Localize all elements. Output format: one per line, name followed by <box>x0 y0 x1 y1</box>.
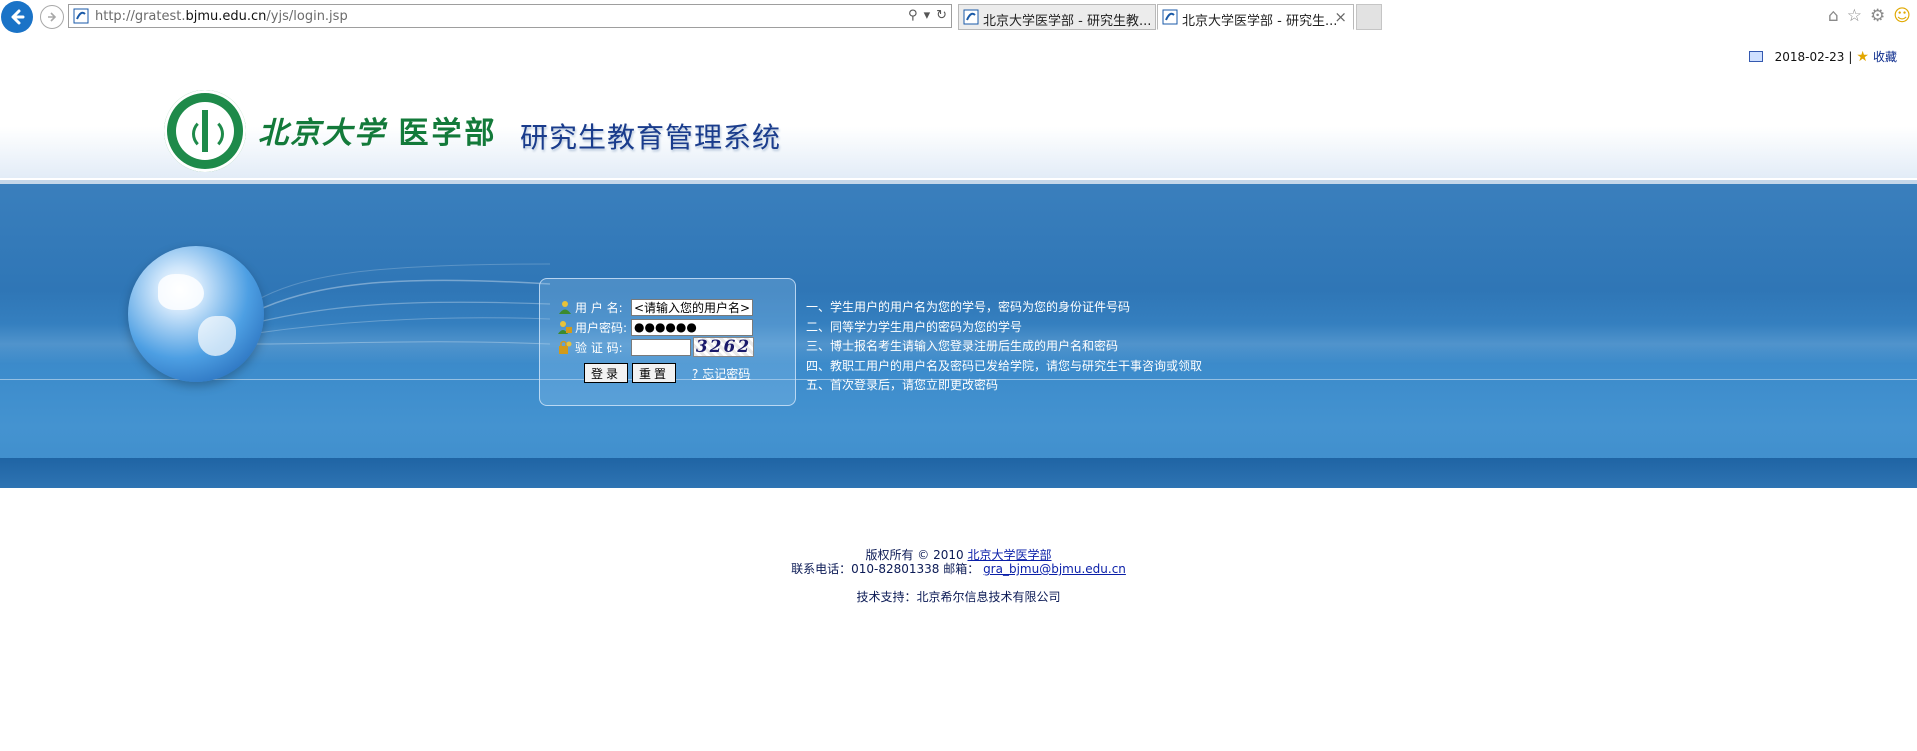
site-footer: 版权所有 © 2010 北京大学医学部 联系电话：010-82801338 邮箱… <box>0 548 1917 604</box>
support-line: 技术支持：北京希尔信息技术有限公司 <box>856 590 1061 604</box>
favorite-link[interactable]: 收藏 <box>1873 48 1897 65</box>
seal-snake <box>192 118 224 150</box>
login-actions: 登录 重置 ? 忘记密码 <box>584 363 750 383</box>
separator: | <box>1848 49 1853 64</box>
captcha-input[interactable] <box>631 338 691 356</box>
note-item: 三、博士报名考生请输入您登录注册后生成的用户名和密码 <box>806 339 1119 353</box>
current-date: 2018-02-23 <box>1774 49 1845 64</box>
password-input[interactable] <box>631 318 753 336</box>
swoosh-decoration <box>250 263 550 345</box>
username-input[interactable] <box>631 298 753 316</box>
browser-chrome: http://gratest.bjmu.edu.cn/yjs/login.jsp… <box>0 0 1917 34</box>
copyright-line: 版权所有 © 2010 北京大学医学部 <box>865 548 1052 562</box>
system-title: 研究生教育管理系统 <box>520 121 782 154</box>
captcha-image[interactable]: 3262 <box>693 337 754 357</box>
ie-page-icon <box>1162 9 1178 25</box>
note-item: 一、学生用户的用户名为您的学号，密码为您的身份证件号码 <box>806 300 1131 314</box>
arrow-right-icon <box>48 12 57 22</box>
tab-label: 北京大学医学部 - 研究生... <box>1182 14 1338 29</box>
smiley-icon[interactable]: ☺ <box>1893 6 1911 26</box>
home-icon[interactable]: ⌂ <box>1828 6 1839 26</box>
note-item: 五、首次登录后，请您立即更改密码 <box>806 378 999 392</box>
arrow-left-icon <box>11 9 25 25</box>
key-lock-icon <box>559 340 572 354</box>
site-header: 北京大学 医学部 研究生教育管理系统 <box>0 80 1917 184</box>
note-item: 二、同等学力学生用户的密码为您的学号 <box>806 319 1023 334</box>
tab-label: 北京大学医学部 - 研究生教... <box>983 14 1152 29</box>
forward-button[interactable] <box>40 5 64 29</box>
date-bar: 2018-02-23 | ★ 收藏 <box>1748 48 1897 65</box>
user-icon <box>559 301 571 314</box>
url-text[interactable]: http://gratest.bjmu.edu.cn/yjs/login.jsp <box>95 9 348 24</box>
globe-land <box>198 316 236 356</box>
login-notes: 一、学生用户的用户名为您的学号，密码为您的身份证件号码 二、同等学力学生用户的密… <box>806 298 1202 396</box>
username-row: 用 户 名: <box>558 298 753 316</box>
star-icon[interactable]: ☆ <box>1847 6 1862 26</box>
forgot-password-link[interactable]: ? 忘记密码 <box>692 365 750 382</box>
login-banner: 用 户 名: 用户密码: 验 证 码: 3262 登录 重置 ? 忘记密码 一、… <box>0 184 1917 488</box>
back-button[interactable] <box>1 1 33 33</box>
email-link[interactable]: gra_bjmu@bjmu.edu.cn <box>983 562 1126 576</box>
favorite-star-icon[interactable]: ★ <box>1856 49 1869 65</box>
contact-line: 联系电话：010-82801338 邮箱： gra_bjmu@bjmu.edu.… <box>791 562 1126 576</box>
new-tab-button[interactable] <box>1356 4 1382 30</box>
password-label: 用户密码: <box>575 320 628 335</box>
calendar-icon <box>1748 51 1763 62</box>
note-item: 四、教职工用户的用户名及密码已发给学院，请您与研究生干事咨询或领取 <box>806 358 1203 373</box>
banner-bottom-strip <box>0 458 1917 488</box>
gear-icon[interactable]: ⚙ <box>1870 6 1885 26</box>
tab-1[interactable]: 北京大学医学部 - 研究生教... <box>958 4 1156 30</box>
tab-2-active[interactable]: 北京大学医学部 - 研究生... × <box>1157 4 1354 30</box>
address-bar[interactable]: http://gratest.bjmu.edu.cn/yjs/login.jsp… <box>68 4 952 28</box>
captcha-row: 验 证 码: 3262 <box>558 337 754 357</box>
ie-page-icon <box>73 8 89 24</box>
user-lock-icon <box>558 321 572 334</box>
close-icon[interactable]: × <box>1334 8 1347 26</box>
login-button[interactable]: 登录 <box>584 363 629 383</box>
university-name: 北京大学 医学部 <box>258 116 498 151</box>
dropdown-icon[interactable]: ▾ <box>924 8 931 24</box>
browser-tools: ⌂ ☆ ⚙ ☺ <box>1828 6 1911 26</box>
footer-spacer <box>0 576 1917 590</box>
refresh-icon[interactable]: ↻ <box>936 8 947 24</box>
university-seal-logo <box>164 90 246 172</box>
reset-button[interactable]: 重置 <box>632 363 677 383</box>
copyright-link[interactable]: 北京大学医学部 <box>967 548 1051 562</box>
username-label: 用 户 名: <box>575 300 623 315</box>
ie-page-icon <box>963 9 979 25</box>
password-row: 用户密码: <box>558 318 753 336</box>
login-panel: 用 户 名: 用户密码: 验 证 码: 3262 登录 重置 ? 忘记密码 <box>539 278 796 406</box>
question-icon: ? <box>692 366 699 381</box>
globe-land <box>158 274 204 310</box>
address-bar-buttons: ⚲ ▾ ↻ <box>908 8 947 24</box>
search-icon[interactable]: ⚲ <box>908 8 918 24</box>
captcha-label: 验 证 码: <box>575 340 623 355</box>
globe-icon <box>128 246 264 382</box>
